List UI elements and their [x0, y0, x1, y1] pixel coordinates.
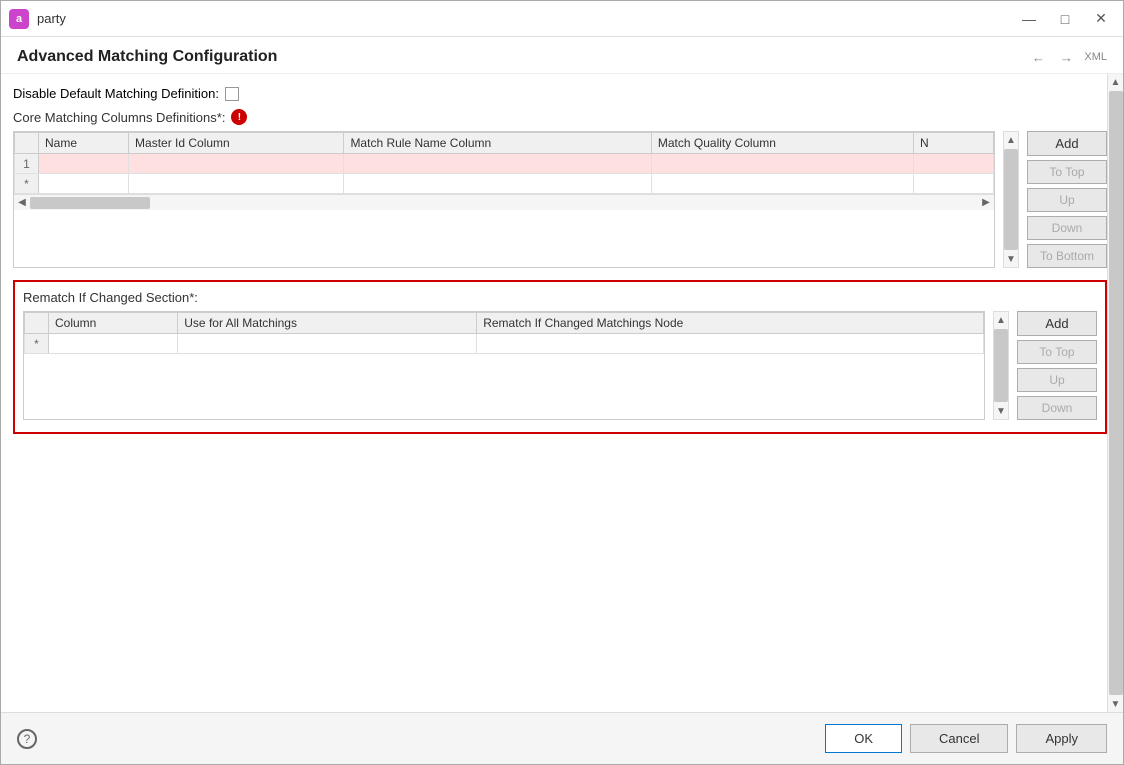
rematch-scroll-thumb[interactable]	[994, 329, 1008, 402]
dialog-footer: ? OK Cancel Apply	[1, 712, 1123, 764]
core-down-button[interactable]: Down	[1027, 216, 1107, 240]
row-num-header	[15, 133, 39, 154]
core-matching-grid-scroll[interactable]: Name Master Id Column Match Rule Name Co…	[14, 132, 994, 194]
disable-matching-row: Disable Default Matching Definition:	[13, 86, 1107, 101]
row-num-star: *	[15, 174, 39, 194]
rematch-row-star: *	[25, 334, 984, 354]
col-n-header: N	[913, 133, 993, 154]
rematch-section-label: Rematch If Changed Section*:	[23, 290, 1097, 305]
col-name-header: Name	[39, 133, 129, 154]
rematch-scroll-down[interactable]: ▼	[993, 403, 1009, 419]
row-star-match-rule[interactable]	[344, 174, 651, 194]
row-star-n[interactable]	[913, 174, 993, 194]
row-star-match-quality[interactable]	[651, 174, 913, 194]
header-icons: ← → XML	[1026, 47, 1107, 67]
core-row-star: *	[15, 174, 994, 194]
row-1-master-id[interactable]	[129, 154, 344, 174]
core-scroll-thumb[interactable]	[1004, 149, 1018, 250]
main-v-scrollbar[interactable]: ▲ ▼	[1107, 74, 1123, 712]
core-matching-table: Name Master Id Column Match Rule Name Co…	[14, 132, 994, 194]
dialog-title: Advanced Matching Configuration	[17, 48, 277, 66]
h-scroll-track[interactable]	[30, 196, 978, 210]
titlebar-controls: — □ ✕	[1015, 9, 1115, 29]
cancel-button[interactable]: Cancel	[910, 724, 1008, 753]
rematch-col-node: Rematch If Changed Matchings Node	[477, 313, 984, 334]
footer-left: ?	[17, 729, 37, 749]
rematch-row-num-header	[25, 313, 49, 334]
row-1-match-rule[interactable]	[344, 154, 651, 174]
main-scroll-up[interactable]: ▲	[1108, 74, 1124, 90]
rematch-add-button[interactable]: Add	[1017, 311, 1097, 336]
rematch-col-column: Column	[49, 313, 178, 334]
rematch-table: Column Use for All Matchings Rematch If …	[24, 312, 984, 354]
row-num-1: 1	[15, 154, 39, 174]
main-scroll-down[interactable]: ▼	[1108, 696, 1124, 712]
xml-label: XML	[1084, 51, 1107, 63]
disable-checkbox[interactable]	[225, 87, 239, 101]
core-h-scrollbar[interactable]: ◀ ▶	[14, 194, 994, 210]
rematch-header-row: Column Use for All Matchings Rematch If …	[25, 313, 984, 334]
row-star-master-id[interactable]	[129, 174, 344, 194]
rematch-up-button[interactable]: Up	[1017, 368, 1097, 392]
row-1-match-quality[interactable]	[651, 154, 913, 174]
minimize-button[interactable]: —	[1015, 9, 1043, 29]
maximize-button[interactable]: □	[1051, 9, 1079, 29]
main-window: a party — □ ✕ Advanced Matching Configur…	[0, 0, 1124, 765]
core-v-scrollbar[interactable]: ▲ ▼	[1003, 131, 1019, 268]
rematch-use-all-val[interactable]	[178, 334, 477, 354]
core-scroll-up[interactable]: ▲	[1003, 132, 1019, 148]
rematch-col-use-for-all: Use for All Matchings	[178, 313, 477, 334]
content-panel: Disable Default Matching Definition: Cor…	[1, 74, 1107, 712]
titlebar: a party — □ ✕	[1, 1, 1123, 37]
rematch-node-val[interactable]	[477, 334, 984, 354]
main-scroll-thumb[interactable]	[1109, 91, 1123, 695]
scroll-area: Disable Default Matching Definition: Cor…	[1, 74, 1123, 712]
rematch-to-top-button[interactable]: To Top	[1017, 340, 1097, 364]
app-icon: a	[9, 9, 29, 29]
forward-icon[interactable]: →	[1054, 47, 1078, 67]
window-title: party	[37, 11, 1015, 26]
rematch-row-num-star: *	[25, 334, 49, 354]
col-match-rule-header: Match Rule Name Column	[344, 133, 651, 154]
rematch-buttons: Add To Top Up Down	[1017, 311, 1097, 420]
core-matching-table-container: Name Master Id Column Match Rule Name Co…	[13, 131, 1107, 268]
close-button[interactable]: ✕	[1087, 9, 1115, 29]
core-matching-label: Core Matching Columns Definitions*: !	[13, 109, 1107, 125]
core-row-1: 1	[15, 154, 994, 174]
col-master-id-header: Master Id Column	[129, 133, 344, 154]
footer-buttons: OK Cancel Apply	[825, 724, 1107, 753]
col-match-quality-header: Match Quality Column	[651, 133, 913, 154]
rematch-scroll-up[interactable]: ▲	[993, 312, 1009, 328]
disable-label: Disable Default Matching Definition:	[13, 86, 219, 101]
core-matching-section: Core Matching Columns Definitions*: ! Na…	[13, 109, 1107, 268]
apply-button[interactable]: Apply	[1016, 724, 1107, 753]
core-scroll-down[interactable]: ▼	[1003, 251, 1019, 267]
core-add-button[interactable]: Add	[1027, 131, 1107, 156]
core-to-bottom-button[interactable]: To Bottom	[1027, 244, 1107, 268]
core-up-button[interactable]: Up	[1027, 188, 1107, 212]
core-to-top-button[interactable]: To Top	[1027, 160, 1107, 184]
rematch-down-button[interactable]: Down	[1017, 396, 1097, 420]
rematch-grid-scroll[interactable]: Column Use for All Matchings Rematch If …	[24, 312, 984, 354]
row-1-name[interactable]	[39, 154, 129, 174]
rematch-table-container: Column Use for All Matchings Rematch If …	[23, 311, 1097, 420]
back-icon[interactable]: ←	[1026, 47, 1050, 67]
rematch-section: Rematch If Changed Section*: Column Use …	[13, 280, 1107, 434]
h-scroll-right[interactable]: ▶	[978, 195, 994, 211]
core-buttons: Add To Top Up Down To Bottom	[1027, 131, 1107, 268]
rematch-col-val[interactable]	[49, 334, 178, 354]
row-1-n[interactable]	[913, 154, 993, 174]
ok-button[interactable]: OK	[825, 724, 902, 753]
dialog-header: Advanced Matching Configuration ← → XML	[1, 37, 1123, 74]
core-matching-error-icon: !	[231, 109, 247, 125]
rematch-v-scrollbar[interactable]: ▲ ▼	[993, 311, 1009, 420]
h-scroll-thumb[interactable]	[30, 197, 150, 209]
h-scroll-left[interactable]: ◀	[14, 195, 30, 211]
row-star-name[interactable]	[39, 174, 129, 194]
help-icon[interactable]: ?	[17, 729, 37, 749]
core-matching-header-row: Name Master Id Column Match Rule Name Co…	[15, 133, 994, 154]
